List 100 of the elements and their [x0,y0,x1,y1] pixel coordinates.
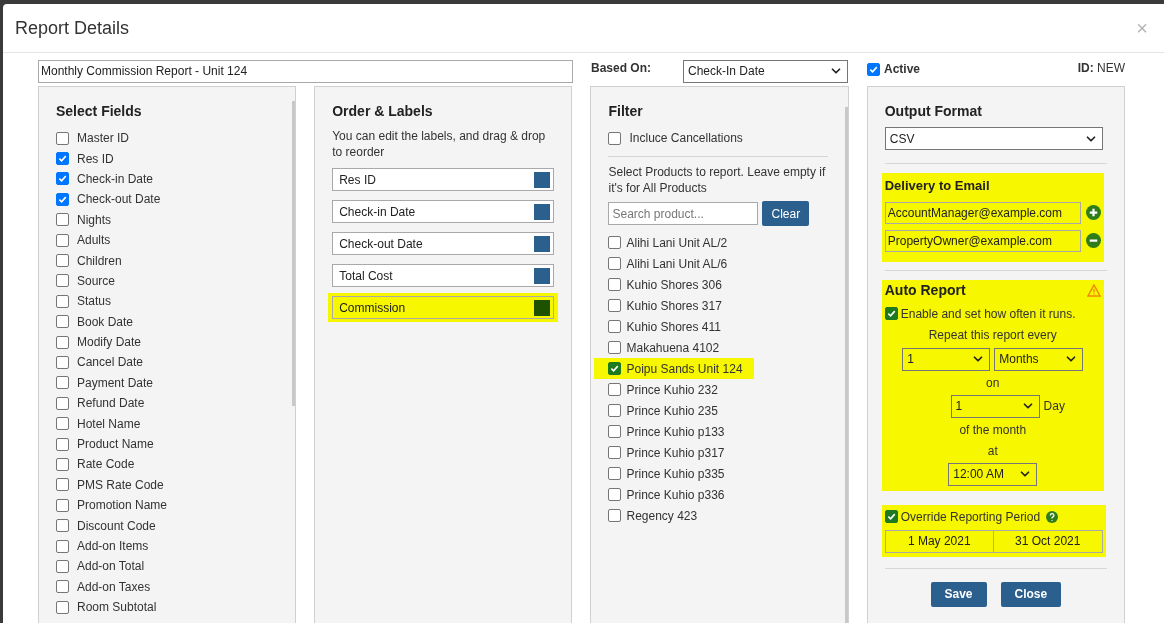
end-date-field[interactable]: 31 Oct 2021 [993,529,1103,553]
section-title: Auto Report [884,280,966,300]
field-label: Payment Date [77,374,154,392]
field-label: Modify Date [77,334,142,352]
checkbox[interactable] [56,580,69,594]
field-label: Hotel Name [77,415,141,433]
product-item[interactable]: Prince Kuhio 232 [594,379,755,400]
checkbox[interactable] [608,425,622,438]
checkbox[interactable] [608,362,622,375]
field-label: Promotion Name [77,497,168,515]
field-label: PMS Rate Code [77,476,164,494]
label-field[interactable]: Check-in Date [332,200,555,223]
scrollbar-track[interactable] [844,107,848,623]
checkbox[interactable] [56,274,69,288]
checkbox[interactable] [56,213,69,227]
panel-title: Output Format [884,102,983,121]
checkbox[interactable] [608,467,622,480]
product-item[interactable]: Prince Kuhio p335 [594,463,755,484]
checkbox[interactable] [56,376,69,390]
checkbox[interactable] [884,307,898,320]
checkbox[interactable] [56,539,69,553]
product-item[interactable]: Regency 423 [594,505,755,526]
field-label: Res ID [77,150,114,168]
checkbox[interactable] [56,152,69,166]
color-swatch[interactable] [534,299,551,316]
checkbox[interactable] [56,478,69,492]
scrollbar-thumb[interactable] [292,101,296,406]
checkbox[interactable] [608,131,622,145]
checkbox[interactable] [56,437,69,451]
search-field[interactable]: Search product... [608,202,759,225]
checkbox[interactable] [608,488,622,501]
product-item[interactable]: Prince Kuhio p317 [594,442,755,463]
product-item[interactable]: Prince Kuhio 235 [594,400,755,421]
checkbox[interactable] [56,335,69,349]
product-item[interactable]: Prince Kuhio p336 [594,484,755,505]
output-format-select[interactable]: CSV [884,127,1103,150]
help-icon[interactable] [1046,510,1059,523]
day-select[interactable]: 1 [950,394,1040,418]
color-swatch[interactable] [534,267,551,284]
checkbox[interactable] [867,62,880,76]
checkbox[interactable] [608,509,622,522]
email-field[interactable]: PropertyOwner@example.com [884,229,1081,252]
checkbox[interactable] [56,356,69,369]
checkbox[interactable] [608,299,622,312]
checkbox[interactable] [56,559,69,573]
checkbox[interactable] [56,498,69,512]
close-button[interactable]: Close [1000,581,1062,607]
field-label: Children [77,252,122,270]
checkbox[interactable] [56,519,69,533]
checkbox[interactable] [56,233,69,247]
label-field[interactable]: Res ID [332,168,555,191]
checkbox[interactable] [608,446,622,459]
product-item[interactable]: Kuhio Shores 411 [594,316,755,337]
color-swatch[interactable] [534,203,551,220]
checkbox[interactable] [608,383,622,396]
color-swatch[interactable] [534,235,551,252]
start-date-field[interactable]: 1 May 2021 [884,529,994,553]
product-item[interactable]: Alihi Lani Unit AL/2 [594,232,755,253]
product-item[interactable]: Prince Kuhio p133 [594,421,755,442]
checkbox[interactable] [56,315,69,329]
minus-circle-icon[interactable] [1085,233,1101,248]
checkbox[interactable] [56,131,69,145]
time-select[interactable]: 12:00 AM [948,462,1038,486]
at-label: at [987,442,998,460]
based-on-select[interactable]: Check-In Date [683,59,848,83]
color-swatch[interactable] [534,171,551,188]
checkbox[interactable] [884,510,898,523]
checkbox[interactable] [608,404,622,417]
label-field[interactable]: Commission [332,296,555,319]
checkbox[interactable] [56,254,69,268]
label-field[interactable]: Check-out Date [332,232,555,255]
active-label: Active [884,61,921,78]
checkbox[interactable] [56,600,69,614]
interval-select[interactable]: 1 [902,347,991,371]
checkbox[interactable] [608,257,622,270]
checkbox[interactable] [56,457,69,471]
plus-circle-icon[interactable] [1085,205,1101,220]
checkbox[interactable] [608,341,622,354]
product-item[interactable]: Kuhio Shores 306 [594,274,755,295]
checkbox[interactable] [56,396,69,410]
product-item[interactable]: Kuhio Shores 317 [594,295,755,316]
field-label: Master ID [77,130,129,148]
checkbox[interactable] [608,278,622,291]
checkbox[interactable] [56,192,69,206]
save-button[interactable]: Save [930,581,987,607]
report-name-field[interactable]: Monthly Commission Report - Unit 124 [38,59,573,83]
checkbox[interactable] [608,320,622,333]
checkbox[interactable] [56,172,69,186]
product-item[interactable]: Poipu Sands Unit 124 [594,358,755,379]
field-label: Check-in Date [77,170,154,188]
product-item[interactable]: Makahuena 4102 [594,337,755,358]
product-item[interactable]: Alihi Lani Unit AL/6 [594,253,755,274]
checkbox[interactable] [56,417,69,431]
checkbox[interactable] [56,294,69,308]
label-field[interactable]: Total Cost [332,264,555,287]
unit-select[interactable]: Months [994,347,1084,371]
of-the-month-label: of the month [959,421,1027,439]
checkbox[interactable] [608,236,622,249]
clear-button[interactable]: Clear [762,201,810,226]
email-field[interactable]: AccountManager@example.com [884,201,1081,224]
